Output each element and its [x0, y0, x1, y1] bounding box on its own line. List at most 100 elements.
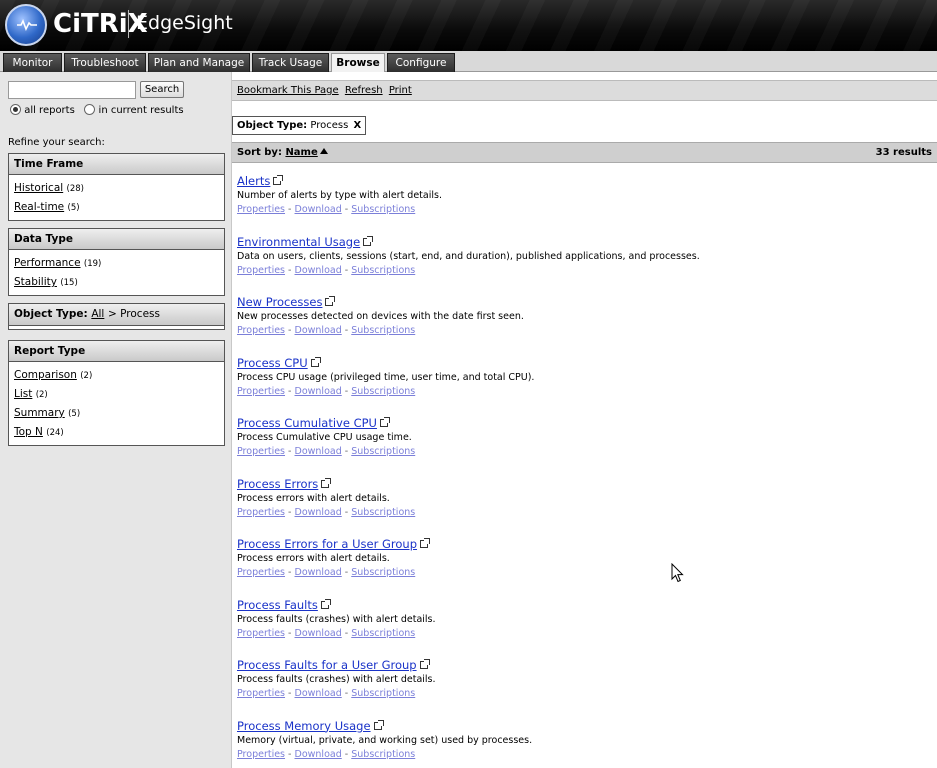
- tab-track-usage[interactable]: Track Usage: [252, 53, 329, 72]
- tab-configure[interactable]: Configure: [387, 53, 455, 72]
- report-link-process-cumulative-cpu[interactable]: Process Cumulative CPU: [237, 416, 377, 430]
- remove-filter-button[interactable]: X: [353, 120, 361, 131]
- report-link-alerts[interactable]: Alerts: [237, 174, 270, 188]
- refresh-link[interactable]: Refresh: [345, 85, 383, 96]
- tab-browse[interactable]: Browse: [331, 53, 385, 72]
- facet-count: (28): [66, 184, 84, 194]
- sort-label: Sort by:: [237, 147, 282, 158]
- external-link-icon[interactable]: [379, 417, 390, 427]
- facet-object-type: Object Type: All > Process: [8, 303, 225, 330]
- properties-link[interactable]: Properties: [237, 567, 285, 578]
- tab-troubleshoot[interactable]: Troubleshoot: [64, 53, 146, 72]
- print-link[interactable]: Print: [389, 85, 412, 96]
- properties-link[interactable]: Properties: [237, 688, 285, 699]
- tab-plan-and-manage[interactable]: Plan and Manage: [148, 53, 250, 72]
- facet-link-summary[interactable]: Summary: [14, 407, 65, 419]
- search-button[interactable]: Search: [140, 81, 184, 98]
- facet-object-type-all-link[interactable]: All: [91, 308, 104, 320]
- report-title: Environmental Usage: [237, 234, 927, 250]
- external-link-icon[interactable]: [273, 175, 284, 185]
- subscriptions-link[interactable]: Subscriptions: [351, 265, 415, 276]
- radio-all-reports[interactable]: [10, 104, 21, 115]
- report-description: New processes detected on devices with t…: [237, 311, 524, 322]
- radio-current-results[interactable]: [84, 104, 96, 115]
- external-link-icon[interactable]: [373, 719, 384, 730]
- brand-divider: [128, 10, 129, 38]
- report-link-new-processes[interactable]: New Processes: [237, 295, 322, 309]
- facet-count: (2): [80, 371, 93, 381]
- properties-link[interactable]: Properties: [237, 507, 285, 518]
- tab-monitor[interactable]: Monitor: [3, 53, 62, 72]
- external-link-icon[interactable]: [310, 356, 321, 367]
- download-link[interactable]: Download: [295, 265, 342, 276]
- link-separator: -: [344, 204, 349, 215]
- facet-item: Historical (28): [14, 179, 219, 198]
- report-title: Process CPU: [237, 355, 927, 371]
- download-link[interactable]: Download: [295, 628, 342, 639]
- external-link-icon[interactable]: [325, 296, 336, 306]
- edgesight-logo-icon: [5, 4, 47, 46]
- subscriptions-link[interactable]: Subscriptions: [351, 325, 415, 336]
- facet-link-real-time[interactable]: Real-time: [14, 201, 64, 213]
- download-link[interactable]: Download: [295, 386, 342, 397]
- download-link[interactable]: Download: [295, 507, 342, 518]
- report-actions: Properties - Download - Subscriptions: [237, 444, 927, 459]
- external-link-icon[interactable]: [321, 477, 332, 488]
- properties-link[interactable]: Properties: [237, 628, 285, 639]
- properties-link[interactable]: Properties: [237, 265, 285, 276]
- download-link[interactable]: Download: [295, 446, 342, 457]
- subscriptions-link[interactable]: Subscriptions: [351, 204, 415, 215]
- subscriptions-link[interactable]: Subscriptions: [351, 567, 415, 578]
- link-separator: -: [288, 627, 292, 639]
- download-link[interactable]: Download: [295, 204, 342, 215]
- link-separator: -: [344, 385, 349, 397]
- report-link-process-faults[interactable]: Process Faults: [237, 598, 318, 612]
- subscriptions-link[interactable]: Subscriptions: [351, 749, 415, 760]
- facet-object-type-head: Object Type: All > Process: [9, 304, 224, 325]
- properties-link[interactable]: Properties: [237, 386, 285, 397]
- facet-link-stability[interactable]: Stability: [14, 276, 57, 288]
- refine-sidebar: Search all reports in current results Re…: [0, 72, 232, 768]
- download-link[interactable]: Download: [295, 688, 342, 699]
- external-link-icon[interactable]: [420, 538, 431, 548]
- search-input[interactable]: [8, 81, 136, 99]
- facet-link-comparison[interactable]: Comparison: [14, 369, 77, 381]
- citrix-brand: CiTRiX: [53, 9, 148, 39]
- link-separator: -: [344, 264, 349, 276]
- bookmark-link[interactable]: Bookmark This Page: [237, 85, 339, 96]
- report-title: Process Faults: [237, 597, 927, 613]
- facet-title: Time Frame: [9, 154, 224, 175]
- properties-link[interactable]: Properties: [237, 204, 285, 215]
- facet-count: (15): [60, 278, 78, 288]
- download-link[interactable]: Download: [295, 749, 342, 760]
- download-link[interactable]: Download: [295, 325, 342, 336]
- download-link[interactable]: Download: [295, 567, 342, 578]
- properties-link[interactable]: Properties: [237, 325, 285, 336]
- facet-link-list[interactable]: List: [14, 388, 32, 400]
- report-link-process-memory-usage[interactable]: Process Memory Usage: [237, 719, 371, 733]
- report-item: Environmental Usage Data on users, client…: [237, 234, 927, 278]
- external-link-icon[interactable]: [320, 598, 331, 609]
- report-link-environmental-usage[interactable]: Environmental Usage: [237, 235, 360, 249]
- facet-link-performance[interactable]: Performance: [14, 257, 81, 269]
- report-link-process-errors[interactable]: Process Errors: [237, 477, 318, 491]
- subscriptions-link[interactable]: Subscriptions: [351, 386, 415, 397]
- properties-link[interactable]: Properties: [237, 446, 285, 457]
- report-description: Process faults (crashes) with alert deta…: [237, 613, 436, 625]
- report-link-process-cpu[interactable]: Process CPU: [237, 356, 308, 370]
- subscriptions-link[interactable]: Subscriptions: [351, 628, 415, 639]
- facet-link-top-n[interactable]: Top N: [14, 426, 43, 438]
- report-link-process-errors-for-a-user-group[interactable]: Process Errors for a User Group: [237, 537, 417, 551]
- facet-link-historical[interactable]: Historical: [14, 182, 63, 194]
- subscriptions-link[interactable]: Subscriptions: [351, 507, 415, 518]
- properties-link[interactable]: Properties: [237, 749, 285, 760]
- external-link-icon[interactable]: [363, 235, 374, 246]
- external-link-icon[interactable]: [419, 659, 430, 669]
- facet-data-type: Data Type Performance (19) Stability (15…: [8, 228, 225, 296]
- report-link-process-faults-for-a-user-group[interactable]: Process Faults for a User Group: [237, 658, 417, 672]
- subscriptions-link[interactable]: Subscriptions: [351, 446, 415, 457]
- link-separator: -: [288, 325, 292, 336]
- subscriptions-link[interactable]: Subscriptions: [351, 688, 415, 699]
- sort-by-name-link[interactable]: Name: [285, 147, 317, 158]
- search-scope: all reports in current results: [10, 104, 184, 118]
